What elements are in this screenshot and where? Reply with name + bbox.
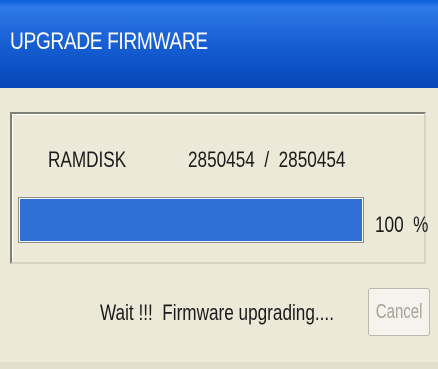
window-title: UPGRADE FIRMWARE <box>10 28 208 55</box>
window-bottom-edge <box>0 362 438 369</box>
upgrade-firmware-dialog: UPGRADE FIRMWARE RAMDISK 2850454 / 28504… <box>0 0 438 369</box>
status-message: Wait !!! Firmware upgrading.... <box>100 300 334 325</box>
byte-counter: 2850454 / 2850454 <box>188 147 346 172</box>
cancel-button[interactable]: Cancel <box>368 288 430 336</box>
progress-percent: 100 % <box>375 212 429 237</box>
current-file-label: RAMDISK <box>48 147 127 172</box>
cancel-button-label: Cancel <box>375 300 423 323</box>
progress-bar <box>18 197 364 243</box>
title-bar[interactable]: UPGRADE FIRMWARE <box>0 0 438 88</box>
progress-bar-fill <box>20 199 362 241</box>
